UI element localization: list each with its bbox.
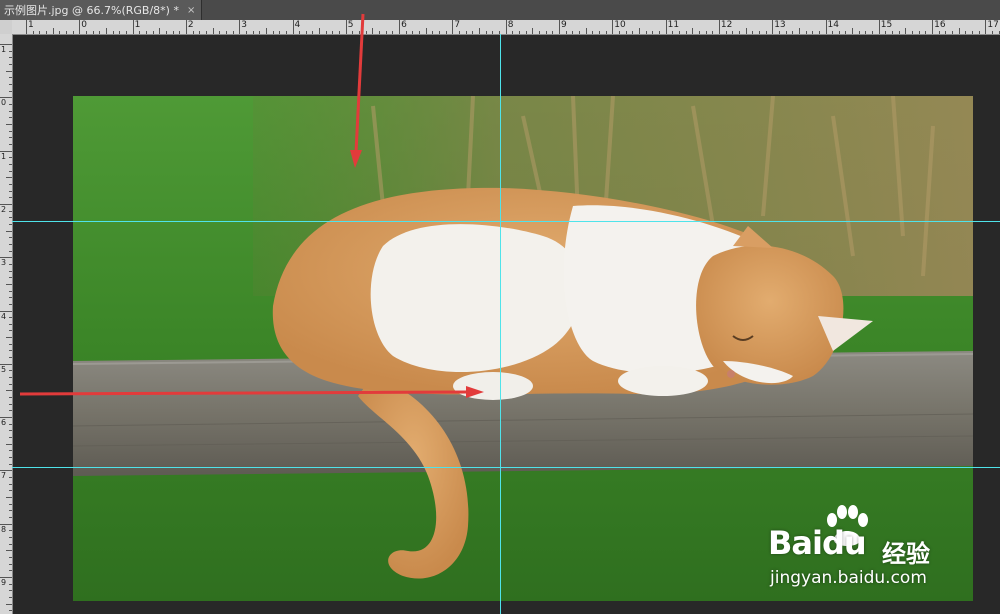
red-arrow-right-icon [19, 386, 484, 398]
watermark-url: jingyan.baidu.com [770, 568, 927, 588]
baidu-jingyan-label: 经验 [882, 540, 930, 568]
red-arrow-down-icon [350, 13, 365, 168]
baidu-logo: Baidu [768, 524, 867, 562]
